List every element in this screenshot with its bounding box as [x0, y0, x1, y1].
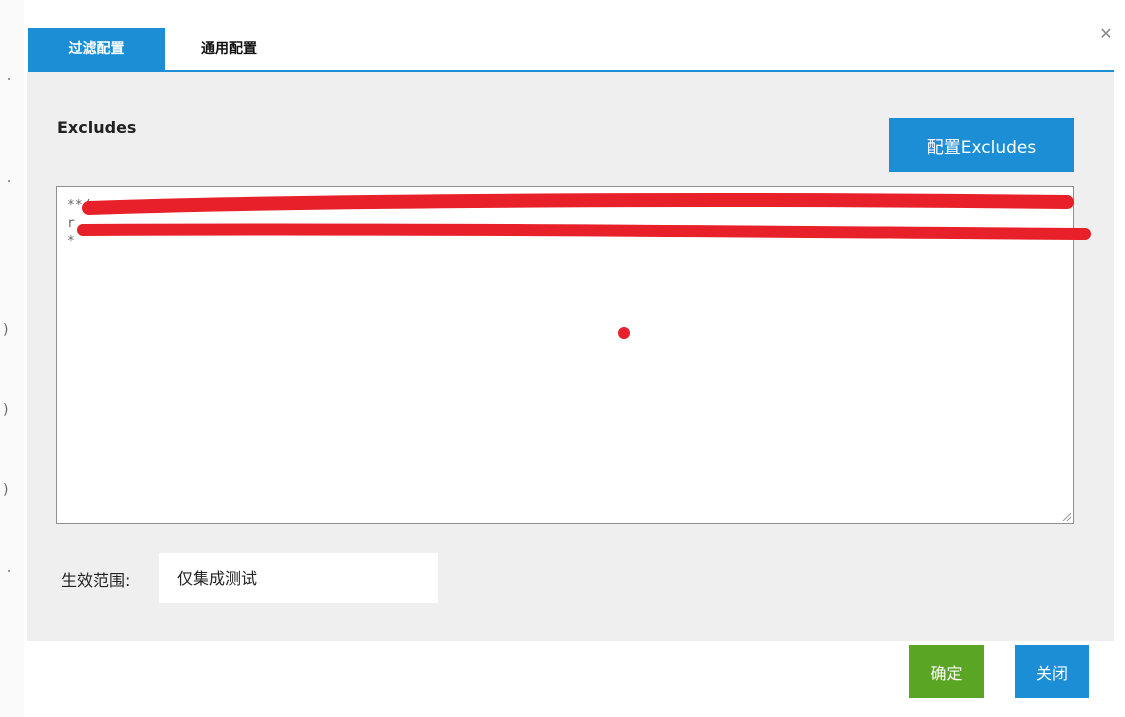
background-fragment: ) — [3, 322, 9, 338]
scope-label: 生效范围: — [61, 571, 131, 590]
filter-config-dialog: ✕ 过滤配置 通用配置 Excludes 配置Excludes **/ r * … — [24, 0, 1125, 717]
textarea-line: * — [67, 234, 75, 249]
confirm-button[interactable]: 确定 — [909, 645, 984, 698]
resize-handle-icon[interactable] — [1061, 511, 1071, 521]
close-button[interactable]: 关闭 — [1015, 645, 1089, 698]
background-fragment: ) — [3, 482, 9, 498]
background-tick — [8, 78, 10, 80]
tab-bar: 过滤配置 通用配置 — [28, 28, 1114, 72]
background-page-edge: ) ) ) — [0, 0, 25, 717]
excludes-textarea[interactable]: **/ r * — [56, 186, 1074, 524]
background-fragment: ) — [3, 402, 9, 418]
background-tick — [8, 180, 10, 182]
tab-general-config[interactable]: 通用配置 — [165, 28, 293, 70]
textarea-line: **/ — [67, 198, 91, 213]
tab-content-panel: Excludes 配置Excludes **/ r * 生效范围: 仅集成测试 — [27, 72, 1114, 641]
configure-excludes-button[interactable]: 配置Excludes — [889, 118, 1074, 172]
excludes-label: Excludes — [57, 118, 137, 137]
scope-select[interactable]: 仅集成测试 — [158, 552, 439, 604]
textarea-line: r — [67, 216, 75, 231]
tab-filter-config[interactable]: 过滤配置 — [28, 28, 165, 70]
background-tick — [8, 570, 10, 572]
